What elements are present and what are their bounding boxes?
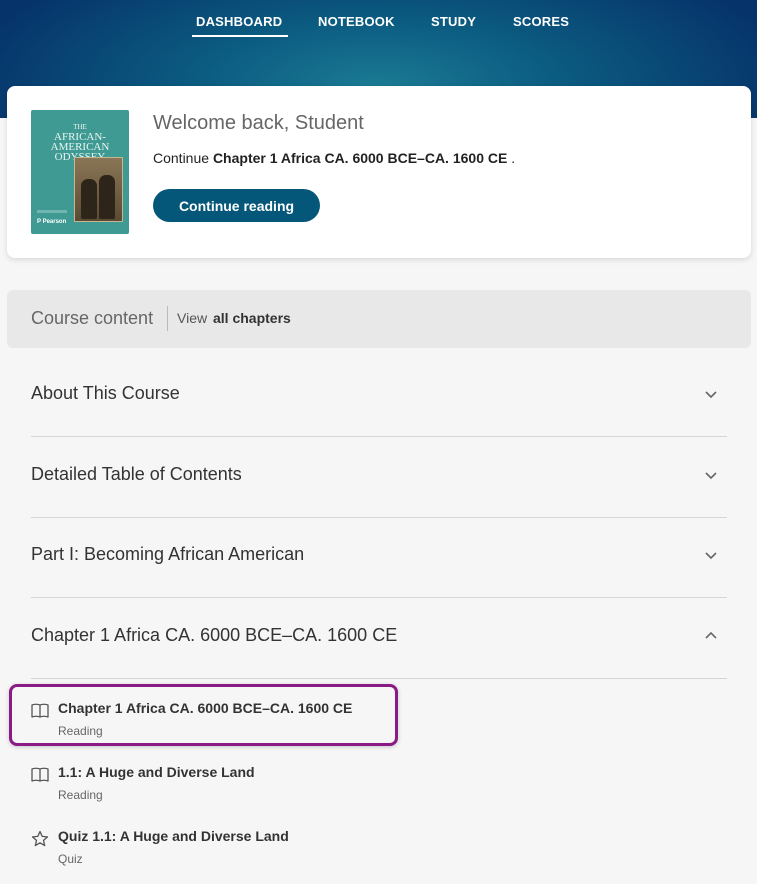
accordion-label: Part I: Becoming African American: [31, 544, 305, 564]
star-icon: [31, 830, 49, 847]
cover-edition-bar: [37, 210, 67, 213]
book-icon: [31, 767, 49, 782]
quiz-1-1-item[interactable]: Quiz 1.1: A Huge and Diverse Land Quiz: [31, 828, 431, 884]
highlight-outline: [9, 684, 398, 746]
chevron-down-icon: [705, 472, 717, 480]
course-content-title: Course content: [31, 308, 154, 328]
top-nav: DASHBOARD NOTEBOOK STUDY SCORES: [0, 0, 757, 44]
accordion-label: About This Course: [31, 383, 180, 403]
continue-chapter-name: Chapter 1 Africa CA. 6000 BCE–CA. 1600 C…: [212, 150, 508, 166]
cover-title: THE AFRICAN- AMERICAN ODYSSEY: [50, 123, 110, 163]
accordion-label: Chapter 1 Africa CA. 6000 BCE–CA. 1600 C…: [31, 625, 398, 645]
item-type: Quiz: [58, 852, 83, 866]
course-content-bar: Course content View all chapters: [7, 290, 751, 348]
continue-text: Continue Chapter 1 Africa CA. 6000 BCE–C…: [153, 150, 516, 166]
view-label: View: [177, 310, 208, 326]
accordion-part-1[interactable]: Part I: Becoming African American: [31, 517, 727, 598]
continue-reading-button[interactable]: Continue reading: [153, 189, 320, 222]
item-title: 1.1: A Huge and Diverse Land: [58, 764, 255, 780]
divider: [167, 306, 168, 331]
accordion-table-of-contents[interactable]: Detailed Table of Contents: [31, 437, 727, 518]
item-title: Quiz 1.1: A Huge and Diverse Land: [58, 828, 289, 844]
pearson-logo: P Pearson: [37, 219, 67, 225]
item-type: Reading: [58, 788, 103, 802]
book-cover[interactable]: THE AFRICAN- AMERICAN ODYSSEY P Pearson: [31, 110, 129, 234]
nav-dashboard[interactable]: DASHBOARD: [191, 14, 289, 37]
section-1-1-reading-item[interactable]: 1.1: A Huge and Diverse Land Reading: [31, 764, 431, 820]
accordion-chapter-1[interactable]: Chapter 1 Africa CA. 6000 BCE–CA. 1600 C…: [31, 598, 727, 679]
chevron-up-icon: [705, 631, 717, 639]
welcome-title: Welcome back, Student: [153, 112, 364, 134]
chevron-down-icon: [705, 391, 717, 399]
all-chapters-link[interactable]: all chapters: [213, 310, 291, 326]
nav-scores[interactable]: SCORES: [513, 14, 569, 29]
welcome-card: THE AFRICAN- AMERICAN ODYSSEY P Pearson …: [7, 86, 751, 258]
accordion-label: Detailed Table of Contents: [31, 464, 242, 484]
accordion-about-course[interactable]: About This Course: [31, 356, 727, 437]
nav-study[interactable]: STUDY: [431, 14, 476, 29]
cover-photo: [74, 157, 123, 222]
chevron-down-icon: [705, 552, 717, 560]
nav-notebook[interactable]: NOTEBOOK: [318, 14, 395, 29]
